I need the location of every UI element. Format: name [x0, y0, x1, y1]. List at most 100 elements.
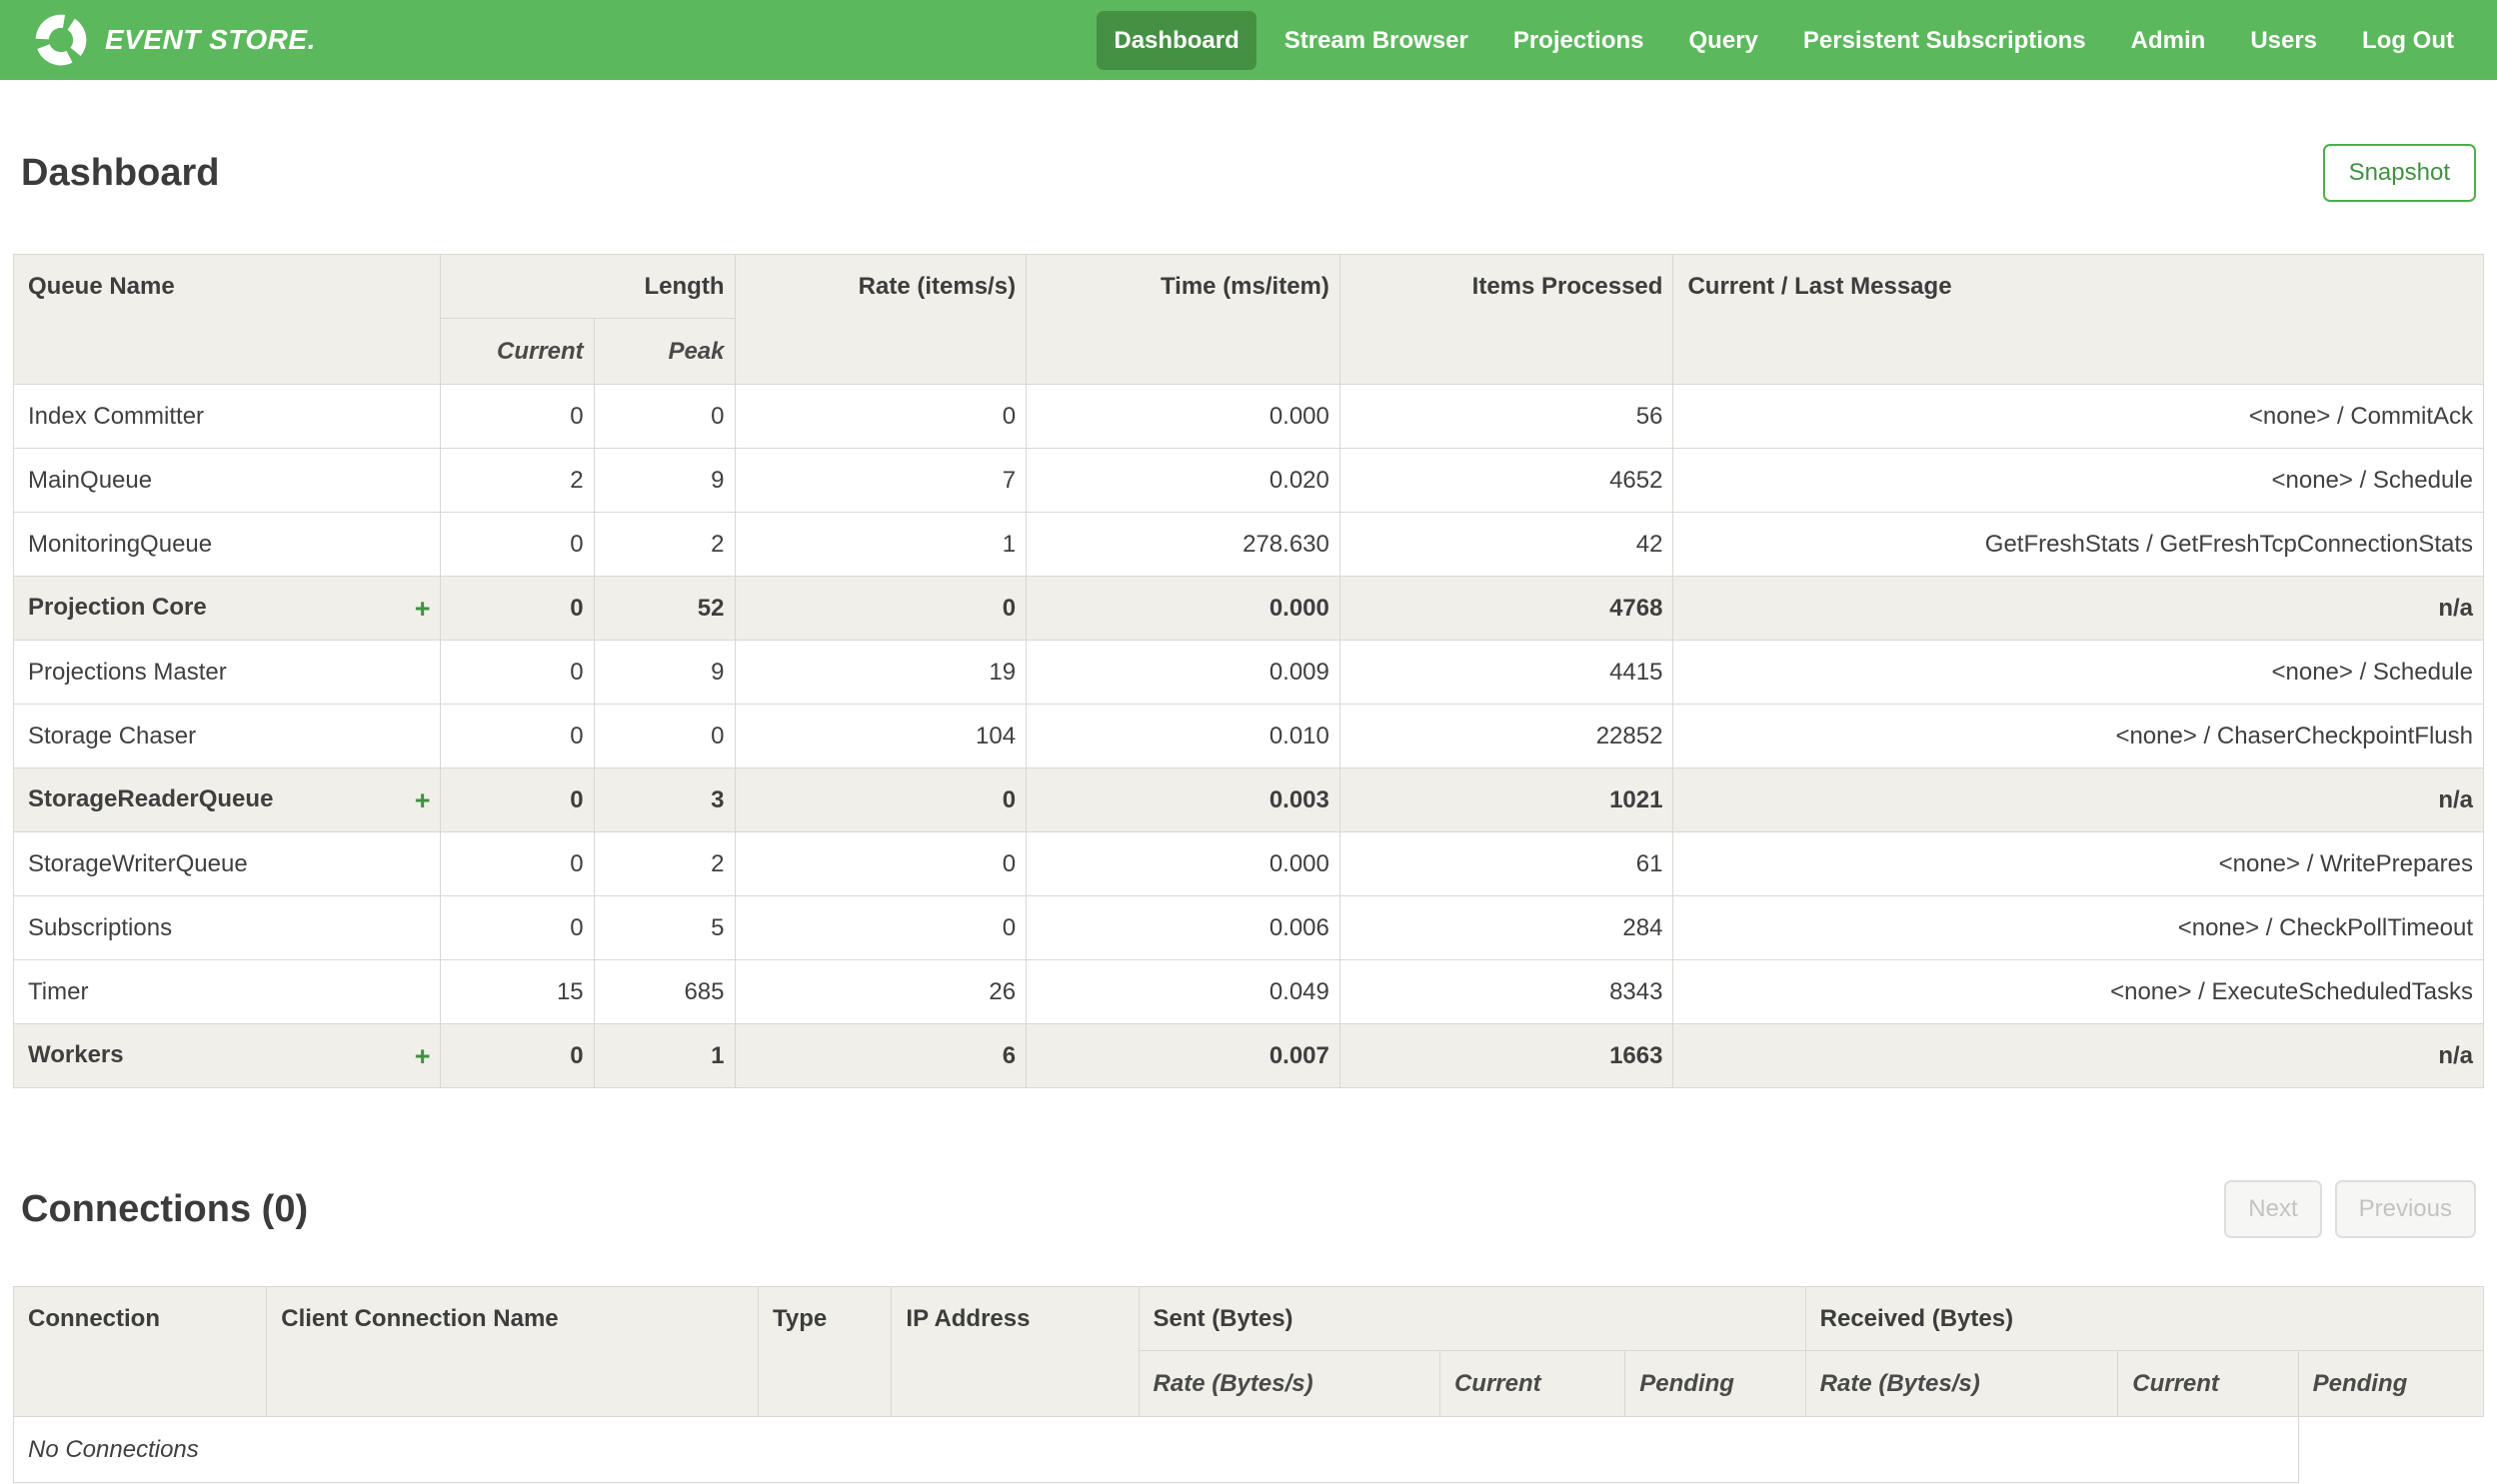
col-received-current: Current: [2117, 1350, 2299, 1417]
queue-name: StorageWriterQueue: [28, 849, 248, 877]
queue-peak-cell: 0: [593, 384, 736, 449]
queue-current-cell: 0: [440, 384, 595, 449]
queue-name: Timer: [28, 977, 89, 1005]
previous-button[interactable]: Previous: [2334, 1180, 2476, 1238]
queue-rate-cell: 26: [734, 959, 1028, 1024]
no-connections-row: No Connections: [13, 1416, 2484, 1483]
nav-item-log-out[interactable]: Log Out: [2345, 11, 2471, 70]
connections-pager: Next Previous: [2224, 1180, 2476, 1238]
col-type: Type: [757, 1286, 893, 1417]
page-title: Dashboard: [21, 151, 220, 194]
col-ip-address: IP Address: [891, 1286, 1140, 1417]
queue-name-cell: StorageWriterQueue: [12, 831, 442, 896]
queue-current-cell: 0: [440, 895, 595, 960]
queue-rate-cell: 7: [734, 448, 1028, 513]
queue-items-cell: 42: [1338, 512, 1674, 577]
connections-title: Connections (0): [21, 1187, 309, 1230]
main-content: Dashboard Snapshot Queue Name Length Rat…: [0, 144, 2497, 1483]
col-length-peak: Peak: [593, 318, 736, 385]
col-time: Time (ms/item): [1026, 254, 1340, 385]
nav-item-projections[interactable]: Projections: [1496, 11, 1661, 70]
queue-name-cell: StorageReaderQueue +: [12, 767, 442, 832]
queue-peak-cell: 2: [593, 831, 736, 896]
queue-items-cell: 4652: [1338, 448, 1674, 513]
col-received-rate: Rate (Bytes/s): [1804, 1350, 2119, 1417]
queue-current-cell: 0: [440, 512, 595, 577]
nav-item-dashboard[interactable]: Dashboard: [1097, 10, 1256, 70]
queue-peak-cell: 3: [593, 767, 736, 832]
queues-table-body: Index Committer 0 0 0 0.000 56 <none> / Commit…: [12, 384, 2484, 1088]
queue-message-cell: <none> / ChaserCheckpointFlush: [1672, 704, 2484, 768]
queue-row: MonitoringQueue 0 2 1 278.630 42 GetFreshStats…: [12, 512, 2484, 577]
col-connection: Connection: [12, 1286, 268, 1417]
queue-name-cell: Projection Core +: [12, 576, 442, 641]
queue-message-cell: n/a: [1672, 1023, 2484, 1088]
queue-rate-cell: 19: [734, 640, 1028, 705]
nav-item-admin[interactable]: Admin: [2114, 11, 2223, 70]
queue-items-cell: 61: [1338, 831, 1674, 896]
expand-plus-icon[interactable]: +: [415, 1041, 431, 1071]
queue-current-cell: 15: [440, 959, 595, 1024]
nav-item-users[interactable]: Users: [2233, 11, 2334, 70]
col-length-current: Current: [440, 318, 595, 385]
col-queue-name: Queue Name: [12, 254, 442, 385]
queue-message-cell: n/a: [1672, 576, 2484, 641]
queue-rate-cell: 0: [734, 767, 1028, 832]
queue-items-cell: 8343: [1338, 959, 1674, 1024]
queue-row: Timer 15 685 26 0.049 8343 <none> / ExecuteSch…: [12, 959, 2484, 1024]
expand-plus-icon[interactable]: +: [415, 594, 431, 624]
col-sent-bytes-group: Sent (Bytes): [1138, 1286, 1806, 1351]
queue-row: Index Committer 0 0 0 0.000 56 <none> / Commit…: [12, 384, 2484, 449]
main-nav: Dashboard Stream Browser Projections Query P…: [1097, 10, 2471, 70]
queues-table-header: Queue Name Length Rate (items/s) Time (m…: [12, 254, 2484, 385]
nav-item-query[interactable]: Query: [1672, 11, 1775, 70]
queue-name: Projections Master: [28, 658, 227, 686]
queue-name-cell: MonitoringQueue: [12, 512, 442, 577]
connections-header: Connections (0) Next Previous: [21, 1180, 2476, 1238]
queue-row: StorageWriterQueue 0 2 0 0.000 61 <none> / Wri…: [12, 831, 2484, 896]
col-message: Current / Last Message: [1672, 254, 2484, 385]
queue-rate-cell: 0: [734, 831, 1028, 896]
queue-row: Projection Core +0 52 0 0.000 4768 n/a: [12, 576, 2484, 641]
col-rate: Rate (items/s): [734, 254, 1028, 385]
queue-peak-cell: 5: [593, 895, 736, 960]
queue-peak-cell: 9: [593, 640, 736, 705]
queue-message-cell: <none> / CheckPollTimeout: [1672, 895, 2484, 960]
queue-message-cell: <none> / WritePrepares: [1672, 831, 2484, 896]
queue-current-cell: 0: [440, 640, 595, 705]
queue-items-cell: 4415: [1338, 640, 1674, 705]
queue-peak-cell: 9: [593, 448, 736, 513]
queue-current-cell: 0: [440, 576, 595, 641]
queue-rate-cell: 104: [734, 704, 1028, 768]
no-connections-message: No Connections: [13, 1416, 2299, 1483]
queue-time-cell: 0.007: [1026, 1023, 1340, 1088]
nav-item-stream-browser[interactable]: Stream Browser: [1267, 11, 1485, 70]
queue-name-cell: Storage Chaser: [12, 704, 442, 768]
connections-table-body: No Connections: [13, 1416, 2484, 1483]
queue-name-cell: Subscriptions: [12, 895, 442, 960]
top-navbar: EVENT STORE. Dashboard Stream Browser Proj…: [0, 0, 2497, 80]
expand-plus-icon[interactable]: +: [415, 785, 431, 815]
queue-time-cell: 0.049: [1026, 959, 1340, 1024]
col-client-connection-name: Client Connection Name: [266, 1286, 759, 1417]
queue-row: StorageReaderQueue +0 3 0 0.003 1021 n/a: [12, 767, 2484, 832]
queue-time-cell: 0.003: [1026, 767, 1340, 832]
queue-items-cell: 56: [1338, 384, 1674, 449]
snapshot-button[interactable]: Snapshot: [2322, 144, 2476, 202]
next-button[interactable]: Next: [2224, 1180, 2322, 1238]
queue-peak-cell: 0: [593, 704, 736, 768]
queue-message-cell: <none> / Schedule: [1672, 640, 2484, 705]
brand[interactable]: EVENT STORE.: [32, 11, 316, 69]
queue-rate-cell: 0: [734, 384, 1028, 449]
queues-table: Queue Name Length Rate (items/s) Time (m…: [12, 254, 2484, 1088]
queue-items-cell: 22852: [1338, 704, 1674, 768]
nav-item-persistent-subscriptions[interactable]: Persistent Subscriptions: [1786, 11, 2103, 70]
col-sent-pending: Pending: [1624, 1350, 1806, 1417]
queue-row: Storage Chaser 0 0 104 0.010 22852 <none> / Ch…: [12, 704, 2484, 768]
queue-rate-cell: 0: [734, 576, 1028, 641]
queue-name: Workers: [28, 1040, 124, 1068]
queue-message-cell: <none> / Schedule: [1672, 448, 2484, 513]
queue-peak-cell: 1: [593, 1023, 736, 1088]
queue-items-cell: 1021: [1338, 767, 1674, 832]
queue-row: Workers +0 1 6 0.007 1663 n/a: [12, 1023, 2484, 1088]
